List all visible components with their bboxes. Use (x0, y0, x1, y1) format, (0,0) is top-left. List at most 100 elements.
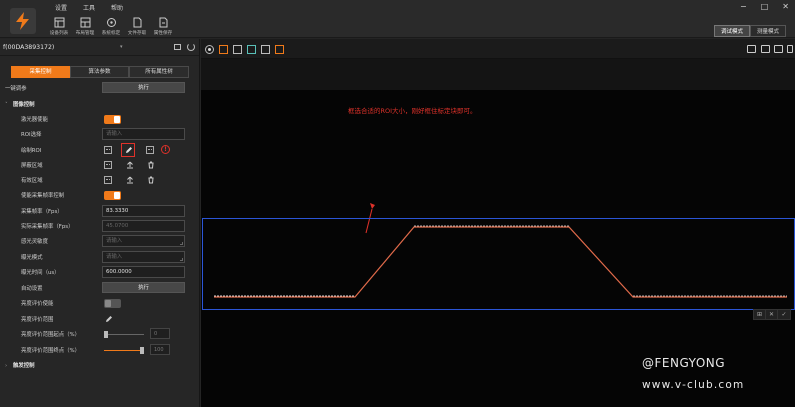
bright-range-end-value[interactable]: 100 (150, 344, 170, 355)
tab-algorithm[interactable]: 算法参数 (70, 66, 129, 78)
mask-area-label: 屏蔽区域 (21, 163, 43, 169)
laser-enable-toggle[interactable] (104, 115, 121, 124)
image-view-2-icon[interactable] (233, 45, 242, 54)
watermark-author: @FENGYONG (642, 356, 726, 370)
menu-help[interactable]: 帮助 (111, 3, 123, 12)
pencil-icon[interactable] (105, 315, 113, 323)
fps-label: 采集帧率（Fps） (21, 209, 63, 215)
record-icon[interactable] (205, 45, 214, 54)
menu-bar: 设置 工具 帮助 (55, 3, 123, 12)
refresh-icon[interactable] (187, 43, 195, 51)
layout-button[interactable]: 布局管理 (72, 14, 98, 38)
file-button[interactable]: 文件存取 (124, 14, 150, 38)
trash-icon[interactable] (147, 161, 155, 169)
minimize-button[interactable]: − (740, 2, 747, 11)
disconnect-icon[interactable] (174, 44, 181, 50)
row-actual-fps: 实际采集帧率（Fps） 45.0700 (0, 219, 200, 234)
save-props-button[interactable]: 属性保存 (150, 14, 176, 38)
exposure-mode-select[interactable]: 请输入 (102, 251, 185, 263)
cancel-icon[interactable]: ✕ (766, 310, 778, 319)
logo-icon (16, 12, 29, 30)
device-header: f(00DA3893172) ▾ (0, 39, 199, 56)
actual-fps-value: 45.0700 (102, 220, 185, 232)
profile-view-icon[interactable] (275, 45, 284, 54)
tab-bar: 采集控制 算法参数 所有属性树 (11, 66, 189, 78)
bright-range-end-slider[interactable] (104, 347, 144, 354)
row-fps: 采集帧率（Fps） 83.3330 (0, 204, 200, 219)
layout-icon (80, 17, 90, 28)
row-roi-select: ROI选择 请输入 (0, 127, 200, 142)
laser-enable-label: 激光器使能 (21, 117, 48, 123)
menu-tools[interactable]: 工具 (83, 3, 95, 12)
bright-eval-toggle[interactable] (104, 299, 121, 308)
calibrate-label: 系统标定 (101, 31, 121, 36)
app-window: 设置 工具 帮助 设备列表 布局管理 系统标定 文件存取 属性保存 − □ ✕ … (0, 0, 795, 407)
save-image-icon[interactable] (761, 45, 770, 53)
row-bright-range-end: 亮度评价范围终点（%） 100 (0, 343, 200, 358)
chevron-down-icon[interactable]: ▾ (120, 44, 125, 50)
slider-knob[interactable] (104, 331, 108, 338)
roi-rectangle[interactable] (202, 218, 795, 310)
measure-mode-button[interactable]: 测量模式 (749, 25, 786, 37)
upload-icon[interactable] (126, 176, 134, 184)
close-button[interactable]: ✕ (782, 2, 789, 11)
mask-area-icon[interactable] (104, 161, 112, 169)
slider-knob[interactable] (140, 347, 144, 354)
pencil-icon[interactable] (125, 146, 133, 154)
exposure-mode-label: 曝光模式 (21, 255, 43, 261)
fps-enable-toggle[interactable] (104, 191, 121, 200)
device-list-label: 设备列表 (49, 31, 69, 36)
debug-mode-button[interactable]: 调试模式 (713, 25, 750, 37)
row-draw-roi: 绘制ROI ! (0, 143, 200, 158)
fullscreen-icon[interactable] (787, 45, 793, 53)
snapshot-view-icon[interactable] (261, 45, 270, 54)
valid-area-icon[interactable] (104, 176, 112, 184)
full-roi-icon[interactable] (104, 146, 112, 154)
menu-settings[interactable]: 设置 (55, 3, 67, 12)
tab-acquisition[interactable]: 采集控制 (11, 66, 70, 78)
tab-all-properties[interactable]: 所有属性树 (129, 66, 189, 78)
draw-roi-label: 绘制ROI (21, 148, 42, 154)
bright-range-end-label: 亮度评价范围终点（%） (21, 348, 81, 354)
valid-area-label: 有效区域 (21, 178, 43, 184)
trigger-control-label: 触发控制 (13, 363, 35, 369)
device-list-button[interactable]: 设备列表 (46, 14, 72, 38)
auto-set-button[interactable]: 执行 (102, 282, 185, 293)
viewer-toolbar (201, 39, 795, 59)
maximize-button[interactable]: □ (761, 2, 769, 11)
calibrate-icon (106, 18, 116, 27)
bright-range-start-slider[interactable] (104, 331, 144, 338)
row-bright-eval-range: 亮度评价范围 (0, 312, 200, 327)
row-exposure-time: 曝光时间（us） 600.0000 (0, 265, 200, 280)
image-view-icon[interactable] (219, 45, 228, 54)
fit-view-icon[interactable] (774, 45, 783, 53)
trash-icon[interactable] (147, 176, 155, 184)
move-icon[interactable]: ⊞ (754, 310, 766, 319)
calibrate-button[interactable]: 系统标定 (98, 14, 124, 38)
image-viewer: 框选合适的ROI大小，刚好框住标定块即可。 ⊞ ✕ ✓ @FENGYONG ww… (201, 39, 795, 407)
toolbar: 设备列表 布局管理 系统标定 文件存取 属性保存 (46, 14, 176, 38)
collapse-caret-icon: ˅ (5, 102, 8, 108)
file-icon (133, 17, 141, 28)
fps-input[interactable]: 83.3330 (102, 205, 185, 217)
bright-range-start-label: 亮度评价范围起点（%） (21, 332, 81, 338)
one-key-adjust-label: 一键调参 (5, 86, 27, 92)
slider-fill (104, 350, 144, 351)
profile-canvas[interactable]: 框选合适的ROI大小，刚好框住标定块即可。 ⊞ ✕ ✓ @FENGYONG ww… (201, 90, 795, 407)
reset-roi-icon[interactable] (146, 146, 154, 154)
exposure-time-input[interactable]: 600.0000 (102, 266, 185, 278)
app-logo (10, 8, 36, 34)
roi-select-input[interactable]: 请输入 (102, 128, 185, 140)
confirm-icon[interactable]: ✓ (778, 310, 790, 319)
camera-icon[interactable] (747, 45, 756, 53)
sensitivity-select[interactable]: 请输入 (102, 235, 185, 247)
bright-range-start-value[interactable]: 0 (150, 328, 170, 339)
one-key-adjust-button[interactable]: 执行 (102, 82, 185, 93)
save-props-icon (159, 17, 167, 28)
expand-caret-icon: › (5, 363, 8, 369)
warning-icon: ! (161, 145, 170, 154)
section-image-control[interactable]: ˅ 图像控制 (0, 97, 200, 112)
section-trigger-control[interactable]: › 触发控制 (0, 358, 200, 373)
image-view-3-icon[interactable] (247, 45, 256, 54)
upload-icon[interactable] (126, 161, 134, 169)
